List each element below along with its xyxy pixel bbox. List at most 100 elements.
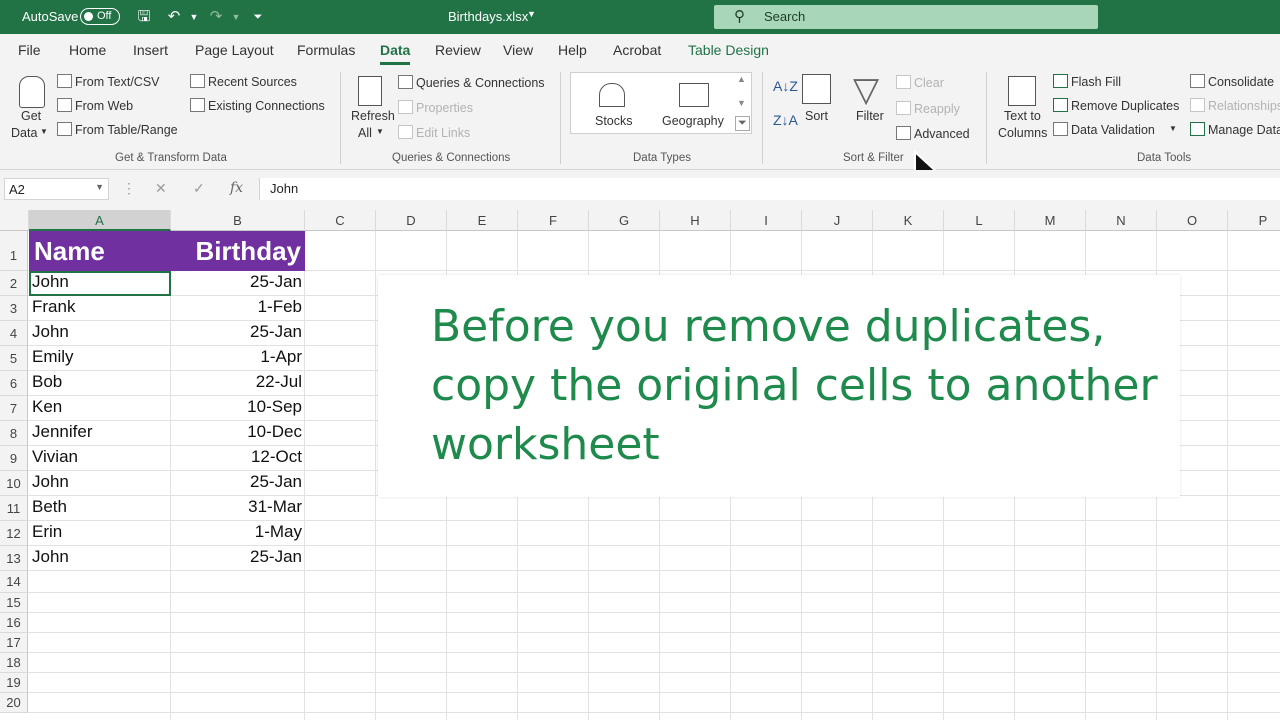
refresh-all-button-line2[interactable]: All	[358, 126, 372, 140]
reapply-button[interactable]: Reapply	[896, 101, 960, 116]
redo-icon[interactable]: ↷	[206, 7, 226, 27]
cell-name[interactable]: John	[32, 472, 168, 496]
consolidate-button[interactable]: Consolidate	[1190, 74, 1274, 89]
tab-view[interactable]: View	[503, 42, 533, 58]
cell-birthday[interactable]: 12-Oct	[172, 447, 302, 471]
advanced-button[interactable]: Advanced	[896, 126, 970, 141]
row-header-18[interactable]: 18	[0, 653, 28, 673]
cancel-icon[interactable]: ✕	[155, 180, 167, 197]
file-name[interactable]: Birthdays.xlsx	[448, 9, 528, 24]
from-web-button[interactable]: From Web	[57, 98, 133, 113]
column-header-p[interactable]: P	[1228, 210, 1280, 231]
cell-name[interactable]: John	[32, 547, 168, 571]
tab-home[interactable]: Home	[69, 42, 106, 58]
gallery-down-icon[interactable]: ▼	[737, 98, 746, 108]
remove-duplicates-button[interactable]: Remove Duplicates	[1053, 98, 1179, 113]
from-text-csv-button[interactable]: From Text/CSV	[57, 74, 160, 89]
tab-file[interactable]: File	[18, 42, 41, 58]
cell-name[interactable]: Vivian	[32, 447, 168, 471]
row-header-1[interactable]: 1	[0, 231, 28, 271]
cell-birthday[interactable]: 25-Jan	[172, 547, 302, 571]
cell-name[interactable]: Ken	[32, 397, 168, 421]
stocks-button[interactable]: Stocks	[595, 114, 633, 128]
cell-birthday[interactable]: 25-Jan	[172, 472, 302, 496]
column-header-c[interactable]: C	[305, 210, 376, 231]
cell-name[interactable]: Jennifer	[32, 422, 168, 446]
row-header-9[interactable]: 9	[0, 446, 28, 471]
cell-birthday[interactable]: 22-Jul	[172, 372, 302, 396]
column-header-h[interactable]: H	[660, 210, 731, 231]
existing-connections-button[interactable]: Existing Connections	[190, 98, 325, 113]
cell-birthday[interactable]: 1-Apr	[172, 347, 302, 371]
row-header-7[interactable]: 7	[0, 396, 28, 421]
header-cell-name[interactable]: Name	[29, 231, 171, 271]
cell-name[interactable]: Bob	[32, 372, 168, 396]
row-header-4[interactable]: 4	[0, 321, 28, 346]
column-header-g[interactable]: G	[589, 210, 660, 231]
tab-data[interactable]: Data	[380, 42, 411, 65]
gallery-more-icon[interactable]: ⏷	[735, 116, 750, 131]
relationships-button[interactable]: Relationships	[1190, 98, 1280, 113]
column-header-i[interactable]: I	[731, 210, 802, 231]
properties-button[interactable]: Properties	[398, 100, 473, 115]
column-header-m[interactable]: M	[1015, 210, 1086, 231]
manage-data-model-button[interactable]: Manage Data Model	[1190, 122, 1280, 137]
insert-function-icon[interactable]: fx	[230, 180, 243, 196]
tab-acrobat[interactable]: Acrobat	[613, 42, 661, 58]
data-validation-dropdown-icon[interactable]: ▼	[1169, 124, 1177, 133]
cell-name[interactable]: John	[32, 322, 168, 346]
row-header-16[interactable]: 16	[0, 613, 28, 633]
enter-icon[interactable]: ✓	[193, 180, 205, 197]
tab-review[interactable]: Review	[435, 42, 481, 58]
tab-table-design[interactable]: Table Design	[688, 42, 769, 58]
refresh-all-button-line1[interactable]: Refresh	[351, 109, 395, 123]
row-header-11[interactable]: 11	[0, 496, 28, 521]
row-header-15[interactable]: 15	[0, 593, 28, 613]
edit-links-button[interactable]: Edit Links	[398, 125, 470, 140]
row-header-3[interactable]: 3	[0, 296, 28, 321]
tab-help[interactable]: Help	[558, 42, 587, 58]
row-header-8[interactable]: 8	[0, 421, 28, 446]
column-header-d[interactable]: D	[376, 210, 447, 231]
customize-toolbar-icon[interactable]: ⏷	[248, 7, 268, 27]
clear-button[interactable]: Clear	[896, 75, 944, 90]
cell-birthday[interactable]: 10-Sep	[172, 397, 302, 421]
column-header-j[interactable]: J	[802, 210, 873, 231]
autosave-toggle[interactable]: Off	[80, 8, 120, 25]
get-data-button-line1[interactable]: Get	[21, 109, 41, 123]
row-header-17[interactable]: 17	[0, 633, 28, 653]
filter-button[interactable]: Filter	[856, 109, 884, 123]
tab-formulas[interactable]: Formulas	[297, 42, 355, 58]
queries-connections-button[interactable]: Queries & Connections	[398, 75, 545, 90]
formula-input[interactable]: John	[259, 178, 1280, 200]
column-header-b[interactable]: B	[171, 210, 305, 231]
cell-birthday[interactable]: 31-Mar	[172, 497, 302, 521]
get-data-dropdown-icon[interactable]: ▼	[40, 127, 48, 136]
cell-name[interactable]: Erin	[32, 522, 168, 546]
geography-button[interactable]: Geography	[662, 114, 724, 128]
header-cell-birthday[interactable]: Birthday	[171, 231, 305, 271]
column-header-l[interactable]: L	[944, 210, 1015, 231]
from-table-range-button[interactable]: From Table/Range	[57, 122, 178, 137]
tab-insert[interactable]: Insert	[133, 42, 168, 58]
cell-birthday[interactable]: 10-Dec	[172, 422, 302, 446]
row-header-6[interactable]: 6	[0, 371, 28, 396]
row-header-14[interactable]: 14	[0, 571, 28, 593]
get-data-button-line2[interactable]: Data	[11, 126, 37, 140]
file-name-dropdown-icon[interactable]: ▼	[527, 9, 536, 19]
column-header-a[interactable]: A	[29, 210, 171, 231]
cell-name[interactable]: Beth	[32, 497, 168, 521]
row-header-13[interactable]: 13	[0, 546, 28, 571]
cell-name[interactable]: Emily	[32, 347, 168, 371]
name-box-dropdown-icon[interactable]: ▼	[95, 182, 104, 192]
save-icon[interactable]: 🖫	[134, 7, 154, 27]
column-header-k[interactable]: K	[873, 210, 944, 231]
cell-birthday[interactable]: 25-Jan	[172, 322, 302, 346]
refresh-dropdown-icon[interactable]: ▼	[376, 127, 384, 136]
search-box[interactable]: ⚲ Search	[714, 5, 1098, 29]
undo-icon[interactable]: ↶	[164, 7, 184, 27]
data-validation-button[interactable]: Data Validation	[1053, 122, 1155, 137]
cell-birthday[interactable]: 25-Jan	[172, 272, 302, 296]
row-header-20[interactable]: 20	[0, 693, 28, 713]
cell-name[interactable]: Frank	[32, 297, 168, 321]
